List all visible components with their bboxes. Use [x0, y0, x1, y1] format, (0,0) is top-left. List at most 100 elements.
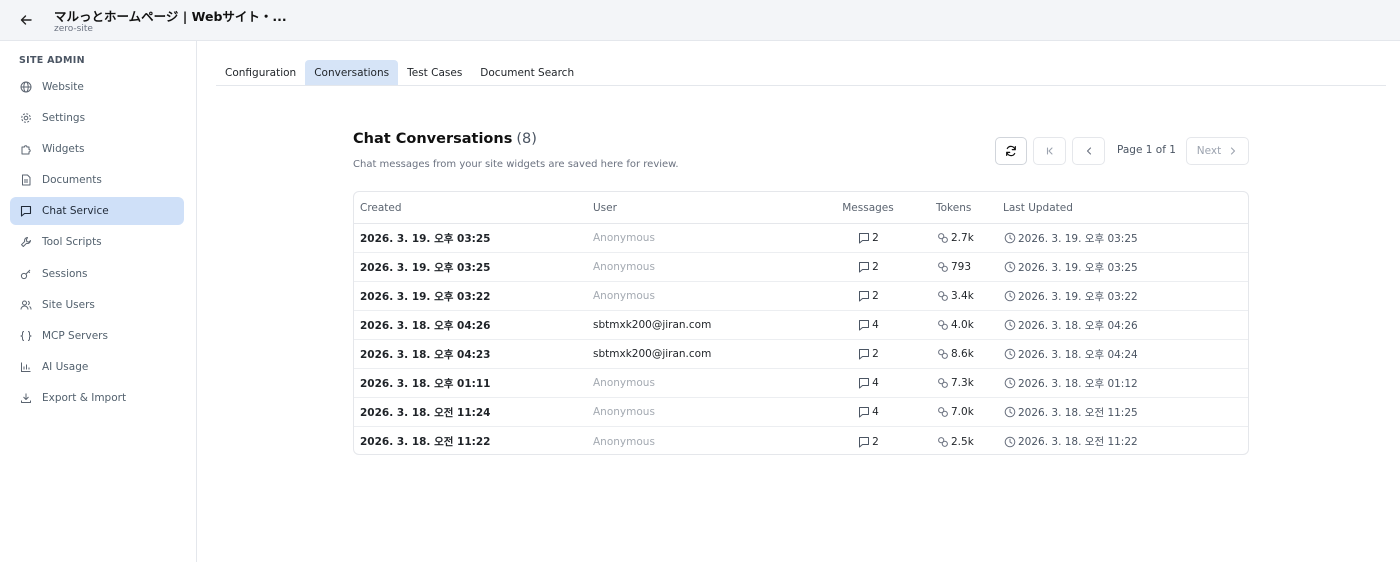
sidebar-item-documents[interactable]: Documents [10, 166, 184, 194]
tokens-icon [936, 319, 949, 332]
clock-icon [1003, 261, 1016, 274]
user-cell: Anonymous [593, 377, 655, 389]
sidebar: SITE ADMIN Website Settings Widgets Docu… [0, 41, 197, 562]
sidebar-item-label: Tool Scripts [42, 236, 102, 249]
tab-test-cases[interactable]: Test Cases [398, 60, 471, 85]
table-row[interactable]: 2026. 3. 19. 오후 03:22 Anonymous 2 3.4k 2026.… [354, 282, 1248, 311]
chevron-left-icon [1086, 147, 1091, 155]
column-tokens[interactable]: Tokens [936, 192, 971, 223]
table-row[interactable]: 2026. 3. 18. 오후 04:23 sbtmxk200@jiran.com… [354, 340, 1248, 369]
sidebar-item-chat-service[interactable]: Chat Service [10, 197, 184, 226]
messages-count: 2 [872, 261, 879, 273]
refresh-button[interactable] [995, 137, 1027, 165]
tab-document-search[interactable]: Document Search [471, 60, 583, 85]
clock-icon [1003, 290, 1016, 303]
next-page-button[interactable]: Next [1186, 137, 1249, 165]
tab-conversations[interactable]: Conversations [305, 60, 399, 85]
tokens-cell: 8.6k [936, 340, 974, 368]
messages-cell: 2 [834, 253, 902, 281]
table-row[interactable]: 2026. 3. 18. 오후 01:11 Anonymous 4 7.3k 2026.… [354, 369, 1248, 398]
sidebar-item-export-import[interactable]: Export & Import [10, 384, 184, 412]
updated-cell: 2026. 3. 18. 오후 04:26 [1003, 311, 1138, 339]
globe-icon [19, 80, 33, 94]
clock-icon [1003, 232, 1016, 245]
conversations-table: Created User Messages Tokens Last Update… [353, 191, 1249, 455]
arrow-left-icon [20, 15, 32, 25]
page-indicator: Page 1 of 1 [1117, 144, 1176, 156]
sidebar-item-label: Site Users [42, 298, 95, 311]
table-row[interactable]: 2026. 3. 18. 오후 04:26 sbtmxk200@jiran.com… [354, 311, 1248, 340]
sidebar-item-label: Widgets [42, 143, 85, 156]
top-header: マルっとホームページ | Webサイト・... zero-site [0, 0, 1400, 41]
clock-icon [1003, 348, 1016, 361]
first-page-icon [1046, 147, 1053, 155]
column-last-updated[interactable]: Last Updated [1003, 192, 1073, 223]
wrench-icon [19, 235, 33, 249]
page-title-text: Chat Conversations [353, 131, 513, 147]
table-row[interactable]: 2026. 3. 19. 오후 03:25 Anonymous 2 793 2026. … [354, 253, 1248, 282]
updated-cell: 2026. 3. 19. 오후 03:25 [1003, 224, 1138, 252]
column-created[interactable]: Created [360, 192, 402, 223]
messages-count: 2 [872, 435, 879, 448]
updated-cell: 2026. 3. 18. 오후 04:24 [1003, 340, 1138, 368]
messages-count: 4 [872, 377, 879, 389]
sidebar-item-label: Settings [42, 112, 86, 125]
tokens-cell: 4.0k [936, 311, 974, 339]
first-page-button[interactable] [1033, 137, 1066, 165]
updated-cell: 2026. 3. 19. 오후 03:25 [1003, 253, 1138, 281]
updated-value: 2026. 3. 18. 오전 11:22 [1018, 436, 1138, 448]
table-row[interactable]: 2026. 3. 18. 오전 11:22 Anonymous 2 2.5k 2026.… [354, 427, 1248, 454]
sidebar-item-site-users[interactable]: Site Users [10, 291, 184, 319]
messages-cell: 4 [834, 311, 902, 339]
tokens-icon [936, 435, 949, 448]
sidebar-item-label: Sessions [42, 267, 88, 280]
tokens-cell: 7.0k [936, 398, 974, 426]
sidebar-item-tool-scripts[interactable]: Tool Scripts [10, 228, 184, 256]
table-body: 2026. 3. 19. 오후 03:25 Anonymous 2 2.7k 2026.… [354, 224, 1248, 454]
created-cell: 2026. 3. 19. 오후 03:25 [360, 232, 491, 245]
created-cell: 2026. 3. 18. 오전 11:22 [360, 436, 491, 448]
back-button[interactable] [16, 10, 36, 30]
previous-page-button[interactable] [1072, 137, 1105, 165]
message-icon [857, 377, 870, 390]
sidebar-item-mcp-servers[interactable]: MCP Servers [10, 322, 184, 350]
user-cell: Anonymous [593, 435, 655, 448]
site-subtitle: zero-site [54, 24, 93, 34]
sidebar-nav: Website Settings Widgets Documents Chat … [10, 73, 184, 415]
messages-cell: 2 [834, 340, 902, 368]
tokens-value: 8.6k [951, 348, 974, 360]
table-row[interactable]: 2026. 3. 19. 오후 03:25 Anonymous 2 2.7k 2026.… [354, 224, 1248, 253]
sidebar-item-label: Export & Import [42, 391, 127, 404]
table-row[interactable]: 2026. 3. 18. 오전 11:24 Anonymous 4 7.0k 2026.… [354, 398, 1248, 427]
sidebar-item-sessions[interactable]: Sessions [10, 260, 184, 288]
tokens-value: 7.3k [951, 377, 974, 389]
sidebar-item-label: Documents [42, 174, 102, 187]
created-cell: 2026. 3. 18. 오후 04:23 [360, 348, 491, 361]
page-title: Chat Conversations (8) [353, 131, 537, 147]
messages-cell: 2 [834, 224, 902, 252]
user-cell: Anonymous [593, 290, 655, 302]
tokens-cell: 3.4k [936, 282, 974, 310]
sidebar-item-ai-usage[interactable]: AI Usage [10, 353, 184, 381]
chat-icon [19, 204, 33, 218]
refresh-icon [1006, 145, 1016, 157]
sidebar-item-website[interactable]: Website [10, 73, 184, 101]
conversation-count: (8) [516, 131, 537, 147]
tokens-value: 3.4k [951, 290, 974, 302]
tokens-icon [936, 348, 949, 361]
clock-icon [1003, 435, 1016, 448]
column-user[interactable]: User [593, 192, 617, 223]
messages-count: 2 [872, 290, 879, 302]
column-messages[interactable]: Messages [834, 192, 902, 223]
tokens-cell: 2.5k [936, 427, 974, 454]
messages-count: 2 [872, 232, 879, 244]
tab-configuration[interactable]: Configuration [216, 60, 305, 85]
updated-cell: 2026. 3. 18. 오전 11:22 [1003, 427, 1138, 454]
sidebar-item-settings[interactable]: Settings [10, 104, 184, 132]
clock-icon [1003, 319, 1016, 332]
messages-count: 4 [872, 319, 879, 331]
document-icon [19, 173, 33, 187]
bar-chart-icon [19, 360, 33, 374]
sidebar-item-widgets[interactable]: Widgets [10, 135, 184, 163]
tokens-cell: 7.3k [936, 369, 974, 397]
